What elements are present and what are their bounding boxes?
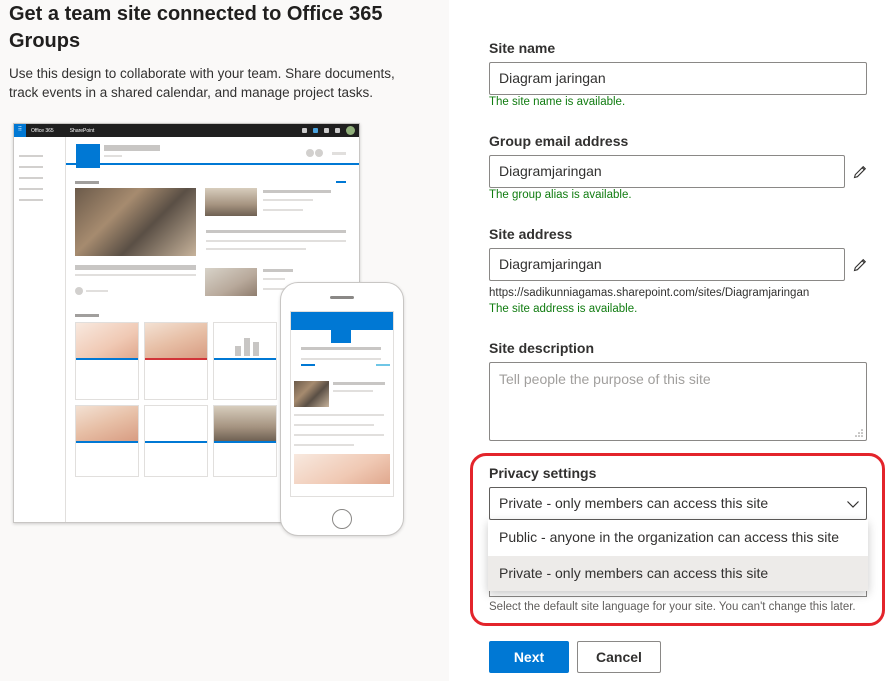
preview-nav <box>14 137 66 522</box>
group-email-input[interactable]: Diagramjaringan <box>489 155 845 188</box>
app-launcher-icon: ⠿ <box>14 124 26 137</box>
group-email-label: Group email address <box>489 133 629 149</box>
preview-suite-bar: ⠿ Office 365 SharePoint <box>14 124 359 137</box>
privacy-option-public[interactable]: Public - anyone in the organization can … <box>488 520 868 555</box>
site-address-input[interactable]: Diagramjaringan <box>489 248 845 281</box>
create-site-form: Site name Diagram jaringan The site name… <box>449 0 885 681</box>
template-title: Get a team site connected to Office 365 … <box>9 3 383 52</box>
mobile-preview-image <box>280 282 404 536</box>
site-name-label: Site name <box>489 40 556 56</box>
site-description-textarea[interactable]: Tell people the purpose of this site <box>489 362 867 441</box>
site-address-label: Site address <box>489 226 573 242</box>
resize-grip-icon[interactable] <box>855 429 863 437</box>
privacy-options-menu: Public - anyone in the organization can … <box>488 520 868 591</box>
site-name-status: The site name is available. <box>489 96 626 108</box>
cancel-button[interactable]: Cancel <box>577 641 661 673</box>
privacy-settings-label: Privacy settings <box>489 465 597 481</box>
site-name-input[interactable]: Diagram jaringan <box>489 62 867 95</box>
pencil-icon[interactable] <box>852 257 868 273</box>
site-address-status: The site address is available. <box>489 303 638 315</box>
preview-app-label: SharePoint <box>69 127 95 134</box>
preview-site-header <box>66 137 359 168</box>
site-description-label: Site description <box>489 340 595 356</box>
chevron-down-icon <box>847 501 859 508</box>
privacy-selected-value: Private - only members can access this s… <box>499 495 769 511</box>
preview-suite-icons <box>302 126 355 135</box>
site-description-placeholder: Tell people the purpose of this site <box>499 371 711 387</box>
site-url-text: https://sadikunniagamas.sharepoint.com/s… <box>489 287 810 299</box>
privacy-dropdown[interactable]: Private - only members can access this s… <box>489 487 867 520</box>
next-button[interactable]: Next <box>489 641 569 673</box>
pencil-icon[interactable] <box>852 164 868 180</box>
group-email-status: The group alias is available. <box>489 189 632 201</box>
preview-suite-label: Office 365 <box>31 127 54 134</box>
template-info-panel: Get a team site connected to Office 365 … <box>0 0 449 681</box>
privacy-option-private[interactable]: Private - only members can access this s… <box>488 556 868 591</box>
template-description: Use this design to collaborate with your… <box>9 66 395 100</box>
language-helper-text: Select the default site language for you… <box>489 601 856 613</box>
